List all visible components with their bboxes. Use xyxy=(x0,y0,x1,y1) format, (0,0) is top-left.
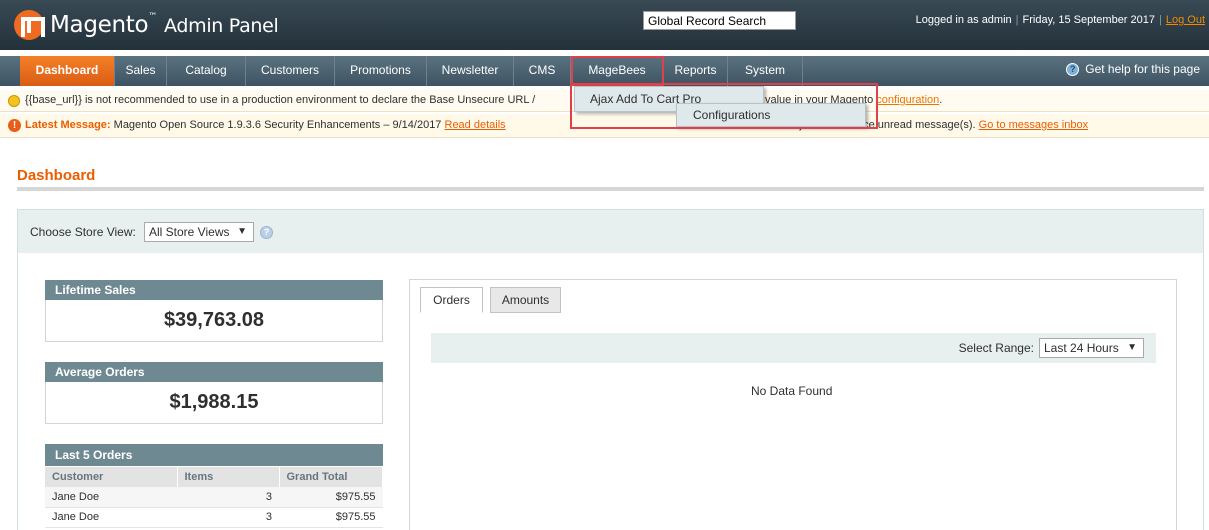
average-orders-header: Average Orders xyxy=(45,362,383,382)
cell-customer: Jane Doe xyxy=(45,487,177,508)
last-orders-table: Customer Items Grand Total Jane Doe 3 $9… xyxy=(45,467,383,528)
lifetime-sales-value: $39,763.08 xyxy=(45,300,383,342)
nav-sales[interactable]: Sales xyxy=(115,56,167,86)
nav-promotions[interactable]: Promotions xyxy=(335,56,427,86)
page-title: Dashboard xyxy=(17,167,96,184)
store-view-label: Choose Store View: xyxy=(30,225,136,239)
logo-main: Magento xyxy=(50,12,149,38)
header-info: Logged in as admin | Friday, 15 September … xyxy=(916,14,1205,26)
cell-total: $975.55 xyxy=(279,507,383,528)
separator: | xyxy=(1159,14,1162,26)
help-icon[interactable]: ? xyxy=(260,226,273,239)
latest-label: Latest Message: xyxy=(25,119,111,131)
latest-body: Magento Open Source 1.9.3.6 Security Enh… xyxy=(113,119,442,131)
average-orders-value: $1,988.15 xyxy=(45,382,383,424)
select-range-label: Select Range: xyxy=(958,341,1034,355)
store-switcher: Choose Store View: All Store Views ▼ ? xyxy=(17,209,1204,253)
help-icon: ? xyxy=(1066,62,1080,76)
column-header-customer[interactable]: Customer xyxy=(45,467,178,487)
magento-logo[interactable]: Magento™ Admin Panel xyxy=(14,10,279,40)
date-text: Friday, 15 September 2017 xyxy=(1022,14,1155,26)
column-header-items[interactable]: Items xyxy=(177,467,280,487)
last-orders-header: Last 5 Orders xyxy=(45,444,383,466)
cell-items: 3 xyxy=(177,507,279,528)
messages-inbox-link[interactable]: Go to messages inbox xyxy=(979,119,1088,131)
chevron-down-icon: ▼ xyxy=(237,226,247,237)
column-header-grand-total[interactable]: Grand Total xyxy=(279,467,383,487)
table-row[interactable]: Jane Doe 3 $975.55 xyxy=(45,487,383,508)
help-text: Get help for this page xyxy=(1085,62,1200,76)
table-row[interactable]: Jane Doe 3 $975.55 xyxy=(45,507,383,528)
separator: | xyxy=(1015,14,1019,26)
help-link[interactable]: ? Get help for this page xyxy=(1066,62,1200,76)
cell-items: 3 xyxy=(177,487,279,508)
lifetime-sales-header: Lifetime Sales xyxy=(45,280,383,300)
nav-catalog[interactable]: Catalog xyxy=(167,56,246,86)
chevron-down-icon: ▼ xyxy=(1127,342,1137,353)
store-view-value: All Store Views xyxy=(149,225,230,239)
range-bar: Select Range: Last 24 Hours ▼ xyxy=(431,333,1156,363)
configuration-link[interactable]: configuration xyxy=(876,94,939,106)
magento-logo-icon xyxy=(14,10,45,40)
nav-customers[interactable]: Customers xyxy=(246,56,335,86)
logo-sub: Admin Panel xyxy=(163,15,279,37)
nav-magebees[interactable]: MageBees xyxy=(571,56,664,86)
no-data-message: No Data Found xyxy=(751,384,833,398)
nav-system[interactable]: System xyxy=(728,56,803,86)
logo-text: Magento™ Admin Panel xyxy=(50,12,279,38)
read-details-link[interactable]: Read details xyxy=(445,119,506,131)
range-value: Last 24 Hours xyxy=(1044,341,1119,355)
notice-text-start: {{base_url}} is not recommended to use i… xyxy=(25,94,536,106)
main-nav: Dashboard Sales Catalog Customers Promot… xyxy=(0,56,1209,86)
cell-total: $975.55 xyxy=(279,487,383,508)
tab-orders[interactable]: Orders xyxy=(420,287,483,313)
latest-text: Latest Message: Magento Open Source 1.9.… xyxy=(25,114,506,137)
logout-link[interactable]: Log Out xyxy=(1166,14,1205,26)
logo-tm: ™ xyxy=(148,12,157,22)
warning-icon: ! xyxy=(8,119,21,132)
menu-item-configurations[interactable]: Configurations xyxy=(676,103,866,127)
nav-cms[interactable]: CMS xyxy=(514,56,571,86)
nav-newsletter[interactable]: Newsletter xyxy=(427,56,514,86)
range-select[interactable]: Last 24 Hours ▼ xyxy=(1039,338,1144,358)
nav-dashboard[interactable]: Dashboard xyxy=(20,56,115,86)
title-divider xyxy=(17,187,1204,191)
header: Magento™ Admin Panel Global Record Searc… xyxy=(0,0,1209,50)
nav-reports[interactable]: Reports xyxy=(664,56,728,86)
store-view-select[interactable]: All Store Views ▼ xyxy=(144,222,254,242)
latest-message: ! Latest Message: Magento Open Source 1.… xyxy=(0,114,1209,138)
cell-customer: Jane Doe xyxy=(45,507,177,528)
tab-amounts[interactable]: Amounts xyxy=(490,287,561,313)
global-search-input[interactable]: Global Record Search xyxy=(643,11,796,30)
chart-panel xyxy=(409,279,1177,530)
logged-in-text: Logged in as admin xyxy=(915,14,1012,26)
lightbulb-icon xyxy=(8,95,20,107)
